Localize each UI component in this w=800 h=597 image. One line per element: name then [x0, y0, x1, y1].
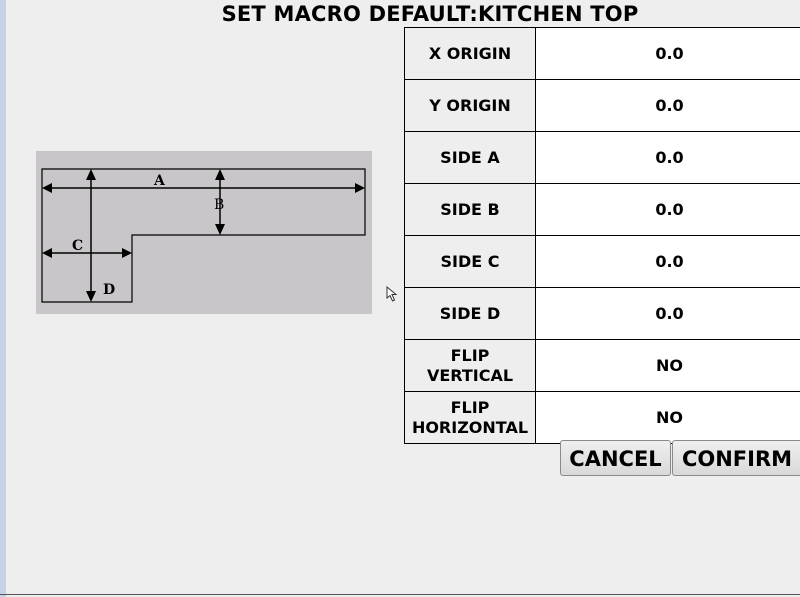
parameter-label: X ORIGIN	[404, 27, 536, 80]
parameter-label: SIDE D	[404, 287, 536, 340]
parameter-label-line: SIDE D	[439, 304, 501, 323]
kitchen-top-diagram: A B C D	[36, 151, 372, 314]
parameter-label-line: X ORIGIN	[428, 44, 512, 63]
mouse-pointer-icon	[386, 285, 400, 308]
macro-parameters-table: X ORIGIN 0.0 Y ORIGIN 0.0 SIDE A 0.0 SIDE B 0.0…	[404, 27, 800, 444]
parameter-row: SIDE D 0.0	[404, 287, 800, 340]
parameter-row: SIDE A 0.0	[404, 131, 800, 184]
parameter-label: FLIP VERTICAL	[404, 339, 536, 392]
parameter-label-line: SIDE B	[440, 200, 500, 219]
parameter-value-field[interactable]: 0.0	[535, 235, 800, 288]
diagram-label-d: D	[103, 282, 115, 298]
diagram-label-a: A	[153, 173, 166, 189]
parameter-value-field[interactable]: NO	[535, 339, 800, 392]
bottom-divider	[0, 594, 800, 595]
page-title: SET MACRO DEFAULT:KITCHEN TOP	[221, 2, 639, 26]
parameter-label: SIDE B	[404, 183, 536, 236]
parameter-label-line: VERTICAL	[426, 365, 514, 385]
parameter-label-line: SIDE C	[440, 252, 500, 271]
parameter-row: X ORIGIN 0.0	[404, 27, 800, 80]
parameter-label-line: Y ORIGIN	[429, 96, 511, 115]
parameter-label-line: HORIZONTAL	[411, 417, 529, 437]
parameter-row: FLIP VERTICAL NO	[404, 339, 800, 392]
parameter-label: SIDE C	[404, 235, 536, 288]
confirm-button[interactable]: CONFIRM	[672, 440, 800, 476]
parameter-value-field[interactable]: 0.0	[535, 27, 800, 80]
parameter-label: Y ORIGIN	[404, 79, 536, 132]
parameter-label-line: FLIP	[450, 397, 490, 417]
parameter-label-line: FLIP	[450, 345, 490, 365]
parameter-row: SIDE B 0.0	[404, 183, 800, 236]
diagram-label-c: C	[72, 238, 83, 254]
parameter-row: FLIP HORIZONTAL NO	[404, 391, 800, 444]
parameter-row: Y ORIGIN 0.0	[404, 79, 800, 132]
parameter-label-line: SIDE A	[440, 148, 500, 167]
parameter-value-field[interactable]: 0.0	[535, 183, 800, 236]
cancel-button[interactable]: CANCEL	[560, 440, 671, 476]
parameter-value-field[interactable]: 0.0	[535, 287, 800, 340]
parameter-value-field[interactable]: 0.0	[535, 131, 800, 184]
parameter-label: FLIP HORIZONTAL	[404, 391, 536, 444]
diagram-label-b: B	[214, 197, 224, 213]
parameter-value-field[interactable]: 0.0	[535, 79, 800, 132]
parameter-row: SIDE C 0.0	[404, 235, 800, 288]
parameter-value-field[interactable]: NO	[535, 391, 800, 444]
left-edge-stripe	[0, 0, 6, 597]
parameter-label: SIDE A	[404, 131, 536, 184]
